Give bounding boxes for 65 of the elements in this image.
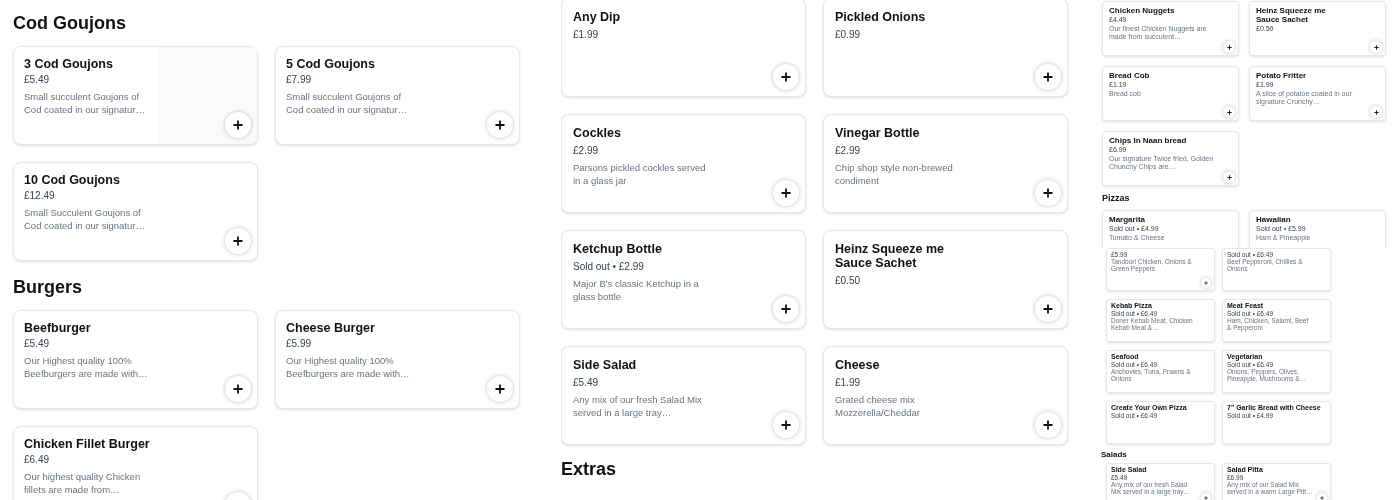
item-description: Grated cheese mix Mozzerella/Cheddar: [835, 393, 921, 419]
item-price: £2.99: [573, 145, 600, 157]
menu-item-card[interactable]: 10 Cod Goujons £12.49 Small Succulent Goujons of Cod coated in our signatur…: [13, 162, 258, 261]
item-description: Any mix of our fresh Salad Mix served in a large tray…: [573, 393, 703, 419]
menu-item-card[interactable]: Beefburger £5.49 Our Highest quality 100% Beefburgers are made with…: [13, 310, 258, 409]
item-price: £5.49: [573, 377, 600, 389]
item-price: £5.49: [24, 74, 51, 86]
item-description: Our Highest quality 100% Beefburgers are made with…: [24, 354, 149, 380]
item-description: Chip shop style non-brewed condiment: [835, 161, 954, 187]
item-description: Small succulent Goujons of Cod coated in our signatur…: [24, 90, 146, 116]
item-description: Our Highest quality 100% Beefburgers are made with…: [286, 354, 411, 380]
menu-item-card[interactable]: Cheese £1.99 Grated cheese mix Mozzerella/Cheddar: [823, 346, 1068, 445]
item-price: £6.49: [24, 454, 51, 466]
item-name: 3 Cod Goujons: [24, 57, 114, 71]
item-name: Heinz Squeeze me Sauce Sachet: [835, 242, 946, 270]
item-name: Cheese Burger: [286, 321, 376, 335]
item-description: Small succulent Goujons of Cod coated in our signatur…: [286, 90, 408, 116]
item-name: Vinegar Bottle: [835, 126, 921, 140]
section-heading: Cod Goujons: [13, 12, 127, 34]
item-name: Bread Cob: [1109, 71, 1151, 80]
menu-item-card[interactable]: Any Dip £1.99: [561, 0, 806, 97]
item-name: Hawaiian: [1256, 215, 1292, 224]
item-name: Beefburger: [24, 321, 92, 335]
item-price: £0.50: [835, 275, 862, 287]
item-price: £1.99: [835, 377, 862, 389]
item-name: Chicken Fillet Burger: [24, 437, 151, 451]
item-name: Cockles: [573, 126, 622, 140]
item-name: Any Dip: [573, 10, 622, 24]
item-name: Pickled Onions: [835, 10, 927, 24]
menu-item-card[interactable]: Cockles £2.99 Parsons pickled cockles served in a glass jar: [561, 114, 806, 213]
item-name: Cheese: [835, 358, 881, 372]
item-price: £2.99: [835, 145, 862, 157]
item-name: Side Salad: [573, 358, 638, 372]
item-name: Chips In Naan bread: [1109, 136, 1188, 145]
item-name: Potato Fritter: [1256, 71, 1308, 80]
section-heading: Pizzas: [1102, 193, 1131, 203]
item-price: £5.99: [286, 338, 313, 350]
menu-item-card[interactable]: Vinegar Bottle £2.99 Chip shop style non-brewed condiment: [823, 114, 1068, 213]
item-name: 5 Cod Goujons: [286, 57, 376, 71]
menu-item-card[interactable]: Side Salad £5.49 Any mix of our fresh Salad Mix served in a large tray…: [561, 346, 806, 445]
item-price: £0.99: [835, 29, 862, 41]
item-description: Parsons pickled cockles served in a glass jar: [573, 161, 707, 187]
item-price: £12.49: [24, 190, 56, 202]
item-description: Our highest quality Chicken fillets are made from…: [24, 470, 142, 496]
menu-item-card[interactable]: Cheese Burger £5.99 Our Highest quality 100% Beefburgers are made with…: [275, 310, 520, 409]
menu-item-card[interactable]: Pickled Onions £0.99: [823, 0, 1068, 97]
item-description: Major B's classic Ketchup in a glass bottle: [573, 277, 700, 303]
item-description: Small Succulent Goujons of Cod coated in our signatur…: [24, 206, 146, 232]
menu-item-card[interactable]: Heinz Squeeze me Sauce Sachet £0.50: [823, 230, 1068, 329]
item-name: Margarita: [1109, 215, 1146, 224]
item-name: Chicken Nuggets: [1109, 6, 1176, 15]
item-name: Ketchup Bottle: [573, 242, 663, 256]
section-heading: Extras: [561, 458, 618, 480]
item-name: Heinz Squeeze me Sauce Sachet: [1256, 6, 1327, 24]
item-price: £7.99: [286, 74, 313, 86]
item-price: Sold out • £2.99: [573, 261, 645, 273]
menu-item-card[interactable]: Chicken Fillet Burger £6.49 Our highest quality Chicken fillets are made from…: [13, 426, 258, 500]
section-heading: Salads: [1101, 450, 1128, 459]
item-price: £1.99: [573, 29, 600, 41]
section-heading: Burgers: [13, 276, 84, 298]
menu-item-card[interactable]: 5 Cod Goujons £7.99 Small succulent Goujons of Cod coated in our signatur…: [275, 46, 520, 145]
menu-item-card[interactable]: 3 Cod Goujons £5.49 Small succulent Goujons of Cod coated in our signatur…: [13, 46, 258, 145]
item-price: £5.49: [24, 338, 51, 350]
menu-item-card[interactable]: Ketchup Bottle Sold out • £2.99 Major B's classic Ketchup in a glass bottle: [561, 230, 806, 329]
item-name: 10 Cod Goujons: [24, 173, 121, 187]
